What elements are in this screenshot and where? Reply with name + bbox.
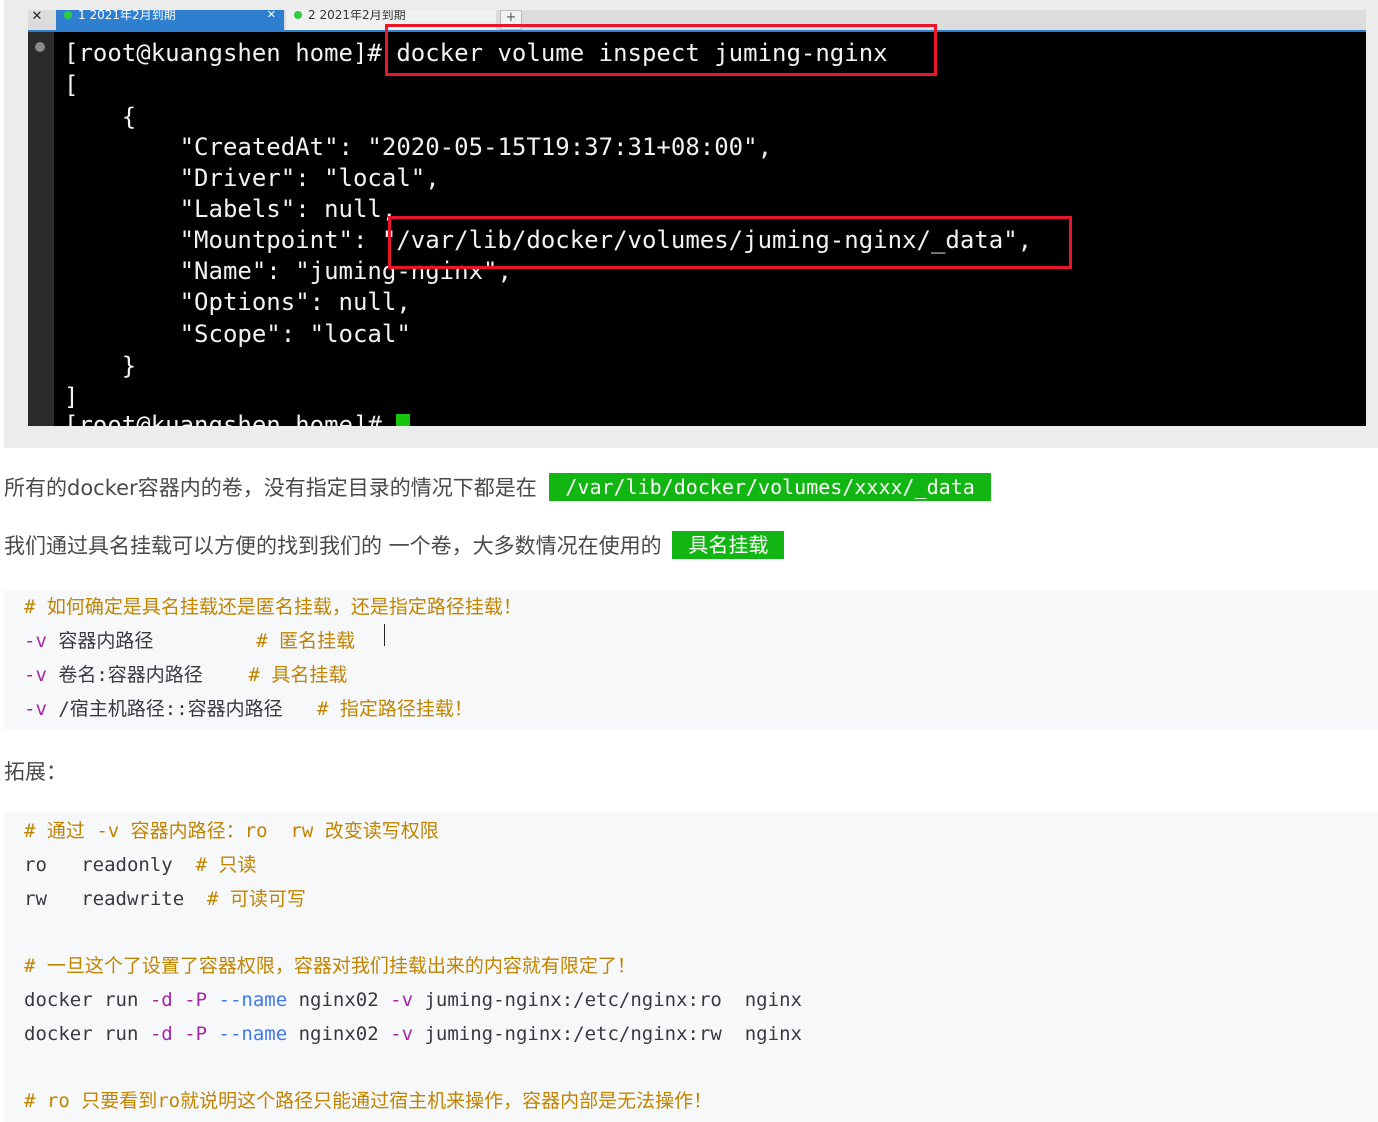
- prompt-text: [root@kuangshen home]#: [64, 411, 397, 426]
- code-flag: -v: [24, 664, 47, 686]
- search-icon[interactable]: [35, 42, 45, 52]
- code-line: # 通过 -v 容器内路径：ro rw 改变读写权限: [24, 814, 439, 848]
- code-line: # 一旦这个了设置了容器权限，容器对我们挂载出来的内容就有限定了！: [24, 949, 636, 983]
- code-line: # 如何确定是具名挂载还是匿名挂载，还是指定路径挂载！: [24, 590, 522, 624]
- terminal-line: ]: [64, 383, 79, 411]
- code-line: -v /宿主机路径::容器内路径 # 指定路径挂载！: [24, 692, 473, 726]
- code-flag: -P: [184, 1023, 208, 1045]
- paragraph-default-path: 所有的docker容器内的卷，没有指定目录的情况下都是在 /var/lib/do…: [4, 472, 991, 504]
- highlight-mountpoint-box: [388, 216, 1072, 269]
- code-comment: # 指定路径挂载！: [316, 698, 473, 720]
- code-line: -v 容器内路径 # 匿名挂载: [24, 624, 355, 658]
- code-line: -v 卷名:容器内路径 # 具名挂载: [24, 658, 347, 692]
- code-flag: -v: [24, 630, 47, 652]
- code-text: /宿主机路径::容器内路径: [46, 698, 317, 720]
- close-icon[interactable]: ✕: [28, 10, 46, 30]
- terminal-prompt-line: [root@kuangshen home]#: [64, 410, 411, 426]
- code-line: rw readwrite # 可读可写: [24, 882, 306, 916]
- code-text: nginx02: [287, 989, 391, 1011]
- tab-close-icon[interactable]: ✕: [267, 10, 276, 20]
- code-flag: -v: [390, 989, 414, 1011]
- code-flag: --name: [218, 1023, 288, 1045]
- code-flag: -v: [390, 1023, 414, 1045]
- code-line: docker run -d -P --name nginx02 -v jumin…: [24, 983, 802, 1017]
- inline-code-named-mount: 具名挂载: [672, 531, 785, 559]
- tab-label: 1 2021年2月到期: [78, 10, 176, 22]
- code-text: docker run: [24, 1023, 150, 1045]
- code-line: ro readonly # 只读: [24, 848, 256, 882]
- paragraph-named-mount: 我们通过具名挂载可以方便的找到我们的 一个卷，大多数情况在使用的 具名挂载: [4, 530, 785, 562]
- terminal-line: [: [64, 71, 79, 99]
- code-comment: # 一旦这个了设置了容器权限，容器对我们挂载出来的内容就有限定了！: [24, 955, 636, 977]
- terminal-line: }: [64, 352, 137, 380]
- code-flag: --name: [218, 989, 288, 1011]
- code-flag: -P: [184, 989, 208, 1011]
- terminal-sidebar: [28, 32, 54, 426]
- highlight-command-box: [385, 24, 937, 76]
- code-line: # ro 只要看到ro就说明这个路径只能通过宿主机来操作，容器内部是无法操作！: [24, 1084, 712, 1118]
- code-comment: # 具名挂载: [248, 664, 348, 686]
- terminal-tab-1[interactable]: 1 2021年2月到期 ✕: [56, 10, 284, 30]
- code-comment: # 可读可写: [207, 888, 306, 910]
- code-text: juming-nginx:/etc/nginx:rw nginx: [413, 1023, 802, 1045]
- code-flag: -d: [149, 989, 173, 1011]
- status-dot-icon: [294, 11, 302, 19]
- text-cursor-icon: [384, 624, 385, 646]
- terminal-line: "Scope": "local": [64, 320, 411, 348]
- code-flag: -v: [24, 698, 47, 720]
- paragraph-text: 我们通过具名挂载可以方便的找到我们的 一个卷，大多数情况在使用的: [4, 534, 662, 558]
- code-comment: # 只读: [195, 854, 257, 876]
- terminal-line: "Driver": "local",: [64, 164, 440, 192]
- code-text: ro readonly: [24, 854, 196, 876]
- terminal-cursor: [396, 414, 411, 426]
- terminal-screenshot: ✕ 1 2021年2月到期 ✕ 2 2021年2月到期 + [root@kuan…: [4, 0, 1378, 448]
- paragraph-text: 所有的docker容器内的卷，没有指定目录的情况下都是在: [4, 476, 537, 500]
- code-comment: # ro 只要看到ro就说明这个路径只能通过宿主机来操作，容器内部是无法操作！: [24, 1090, 713, 1112]
- code-text: juming-nginx:/etc/nginx:ro nginx: [413, 989, 802, 1011]
- inline-code-path: /var/lib/docker/volumes/xxxx/_data: [549, 473, 991, 501]
- code-text: 容器内路径: [46, 630, 257, 652]
- code-block-permissions[interactable]: # 通过 -v 容器内路径：ro rw 改变读写权限 ro readonly #…: [4, 812, 1378, 1122]
- code-text: 卷名:容器内路径: [46, 664, 249, 686]
- code-comment: # 通过 -v 容器内路径：ro rw 改变读写权限: [24, 820, 439, 842]
- heading-extension: 拓展：: [4, 760, 67, 784]
- code-text: rw readwrite: [24, 888, 208, 910]
- code-text: docker run: [24, 989, 150, 1011]
- code-text: nginx02: [287, 1023, 391, 1045]
- terminal-line: {: [64, 103, 137, 131]
- code-block-mount-types[interactable]: # 如何确定是具名挂载还是匿名挂载，还是指定路径挂载！ -v 容器内路径 # 匿…: [4, 590, 1378, 730]
- terminal-line: "CreatedAt": "2020-05-15T19:37:31+08:00"…: [64, 133, 773, 161]
- code-flag: -d: [149, 1023, 173, 1045]
- code-line: docker run -d -P --name nginx02 -v jumin…: [24, 1017, 802, 1051]
- tab-label: 2 2021年2月到期: [308, 10, 406, 22]
- code-comment: # 如何确定是具名挂载还是匿名挂载，还是指定路径挂载！: [24, 596, 522, 618]
- terminal-line: "Options": null,: [64, 288, 411, 316]
- status-dot-icon: [64, 11, 72, 19]
- terminal-line: "Labels": null,: [64, 195, 397, 223]
- code-comment: # 匿名挂载: [256, 630, 356, 652]
